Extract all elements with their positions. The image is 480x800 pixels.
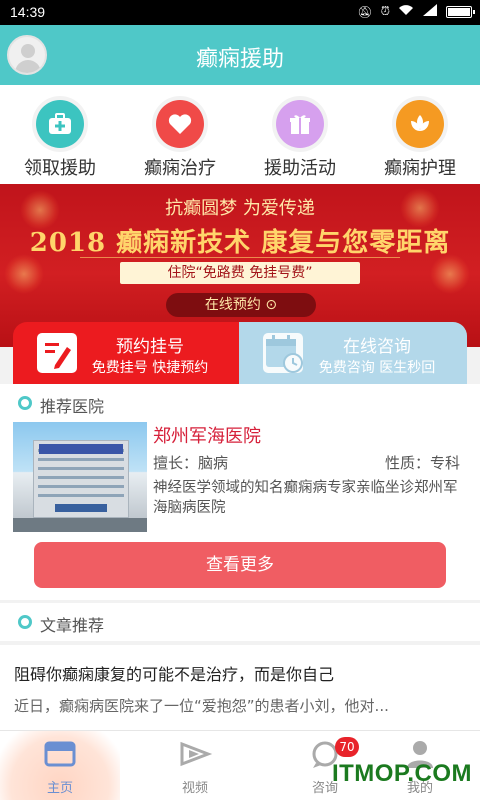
- banner-headline: 2018 癫痫新技术 康复与您零距离: [29, 228, 451, 258]
- view-more-button[interactable]: 查看更多: [34, 542, 446, 588]
- wifi-icon: [398, 4, 414, 19]
- appointment-subtitle: 免费挂号 快捷预约: [91, 360, 209, 376]
- watermark: ITMOP.COM: [331, 760, 472, 787]
- hospital-specialty: 擅长：脑病: [153, 454, 229, 472]
- quick-nav-label: 癫痫护理: [384, 158, 456, 179]
- consult-card[interactable]: 在线咨询 免费咨询 医生秒回: [239, 322, 467, 384]
- banner-slogan: 抗癫圆梦 为爱传递: [165, 198, 315, 219]
- hospital-nature: 性质：专科: [384, 454, 460, 472]
- quick-nav-item-care[interactable]: 癫痫护理: [360, 85, 480, 184]
- heart-icon: [156, 100, 204, 148]
- consult-subtitle: 免费咨询 医生秒回: [318, 360, 436, 376]
- section-bullet-icon: [18, 615, 32, 629]
- section-title: 推荐医院: [40, 397, 105, 416]
- video-icon: [177, 739, 213, 769]
- section-bullet-icon: [18, 396, 32, 410]
- appointment-card[interactable]: 预约挂号 免费挂号 快捷预约: [13, 322, 239, 384]
- gift-icon: [276, 100, 324, 148]
- quick-nav: 领取援助 癫痫治疗 援助活动 癫痫护理: [0, 85, 480, 184]
- firework-decoration: [430, 254, 470, 294]
- hospital-card[interactable]: 郑州军海医院 擅长：脑病 性质：专科 神经医学领域的知名癫痫病专家亲临坐诊郑州军…: [0, 420, 480, 540]
- quick-nav-item-aid[interactable]: 领取援助: [0, 85, 120, 184]
- flower-icon: [396, 100, 444, 148]
- articles-section-header: 文章推荐: [0, 603, 480, 641]
- quick-nav-label: 领取援助: [24, 158, 96, 179]
- consult-badge: 70: [335, 737, 359, 757]
- more-button-wrap: 查看更多: [0, 540, 480, 600]
- tab-label: 主页: [46, 781, 73, 796]
- status-icons: 🔕︎ ⏰︎: [357, 4, 475, 19]
- recommend-section-header: 推荐医院: [0, 384, 480, 422]
- banner-divider: [80, 257, 400, 258]
- quick-nav-item-treatment[interactable]: 癫痫治疗: [120, 85, 240, 184]
- medkit-icon: [36, 100, 84, 148]
- firework-decoration: [4, 254, 44, 294]
- banner-free-offer: 住院“免路费 免挂号费”: [120, 262, 360, 284]
- home-icon: [42, 739, 78, 769]
- article-title[interactable]: 阻碍你癫痫康复的可能不是治疗，而是你自己: [14, 661, 334, 685]
- alarm-icon: ⏰︎: [380, 4, 390, 18]
- appointment-title: 预约挂号: [116, 337, 184, 357]
- app-header: 癫痫援助: [0, 25, 480, 85]
- article-item[interactable]: 阻碍你癫痫康复的可能不是治疗，而是你自己 近日，癫痫病医院来了一位“爱抱怨”的患…: [0, 645, 480, 730]
- status-bar: 14:39 🔕︎ ⏰︎: [0, 0, 480, 25]
- tab-label: 视频: [181, 781, 208, 796]
- section-title: 文章推荐: [40, 616, 105, 635]
- hospital-photo: [13, 422, 147, 532]
- tab-home[interactable]: 主页: [0, 731, 120, 800]
- signal-icon: [422, 4, 438, 19]
- banner-book-button[interactable]: 在线预约 ⊙: [166, 293, 316, 317]
- consult-title: 在线咨询: [343, 337, 411, 357]
- quick-nav-label: 癫痫治疗: [144, 158, 216, 179]
- hospital-description: 神经医学领域的知名癫痫病专家亲临坐诊郑州军海脑病医院: [153, 480, 458, 516]
- quick-nav-item-activity[interactable]: 援助活动: [240, 85, 360, 184]
- tab-video[interactable]: 视频: [135, 731, 255, 800]
- page-title: 癫痫援助: [195, 47, 284, 72]
- service-cards: 预约挂号 免费挂号 快捷预约 在线咨询 免费咨询 医生秒回: [0, 322, 480, 384]
- battery-icon: [446, 5, 475, 18]
- quick-nav-label: 援助活动: [264, 158, 336, 179]
- status-time: 14:39: [10, 4, 46, 20]
- mute-icon: 🔕︎: [357, 4, 373, 19]
- article-summary: 近日，癫痫病医院来了一位“爱抱怨”的患者小刘，他对...: [14, 697, 389, 715]
- hospital-name[interactable]: 郑州军海医院: [153, 422, 261, 448]
